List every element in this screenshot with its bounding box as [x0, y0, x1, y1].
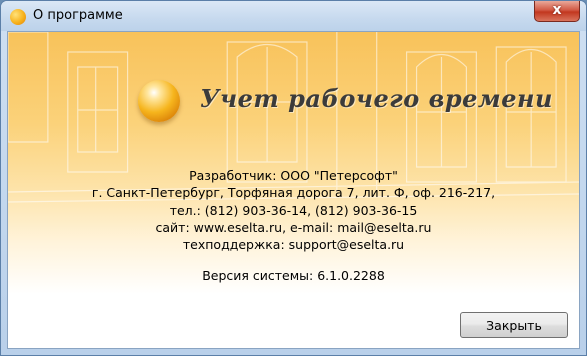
- product-name: Учет рабочего времени: [200, 84, 553, 113]
- site-line: сайт: www.eselta.ru, e-mail: mail@eselta…: [155, 219, 432, 235]
- close-button[interactable]: Закрыть: [460, 312, 568, 338]
- developer-line: Разработчик: ООО "Петерсофт": [189, 168, 398, 183]
- banner: Учет рабочего времени Разработчик: ООО "…: [8, 32, 579, 294]
- building-watermark: [8, 32, 579, 203]
- app-icon: [10, 9, 26, 25]
- support-line: техподдержка: support@eselta.ru: [182, 237, 405, 253]
- phone-line: тел.: (812) 903-36-14, (812) 903-36-15: [169, 202, 418, 218]
- version-text: Версия системы: 6.1.0.2288: [202, 268, 385, 283]
- about-dialog: О программе x Учет рабочего времени Разр…: [0, 0, 587, 356]
- window-title: О программе: [33, 8, 123, 23]
- dialog-content: Учет рабочего времени Разработчик: ООО "…: [7, 31, 580, 349]
- product-logo-icon: [138, 80, 180, 122]
- developer-info: Разработчик: ООО "Петерсофт" г. Санкт-Пе…: [8, 167, 579, 253]
- window-close-button[interactable]: x: [534, 1, 580, 22]
- title-bar[interactable]: О программе x: [1, 1, 586, 31]
- address-line: г. Санкт-Петербург, Торфяная дорога 7, л…: [91, 185, 496, 201]
